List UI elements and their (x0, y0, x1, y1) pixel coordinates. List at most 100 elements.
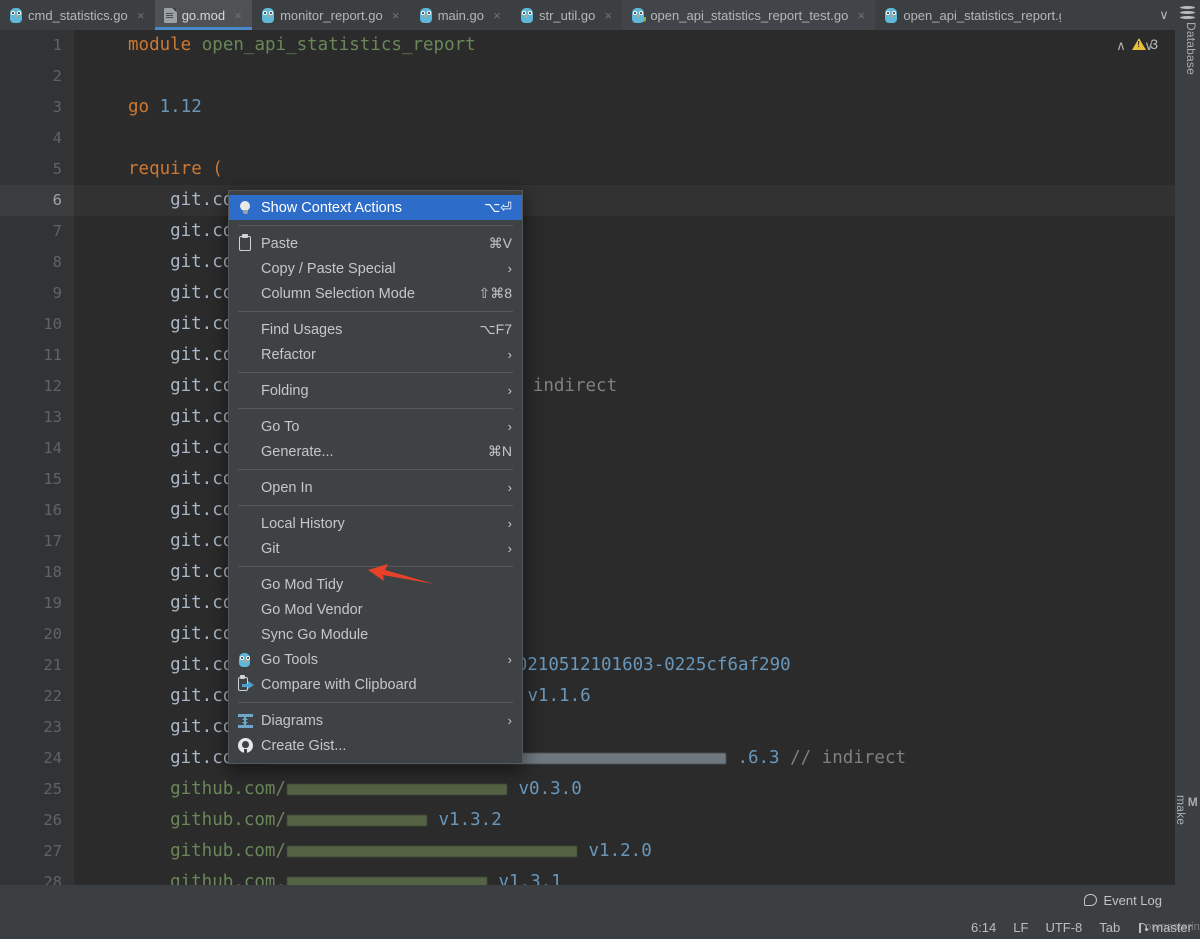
line-number: 28 (2, 867, 62, 885)
tab-cmd_statistics-go[interactable]: cmd_statistics.go × (0, 0, 155, 30)
menu-item-generate[interactable]: Generate...⌘N (229, 439, 522, 464)
menu-item-go-to[interactable]: Go To› (229, 414, 522, 439)
tab-close-icon[interactable]: × (855, 8, 867, 23)
line-number: 25 (2, 774, 62, 805)
menu-item-label: Local History (261, 516, 498, 532)
menu-item-label: Show Context Actions (261, 200, 474, 216)
tab-close-icon[interactable]: × (491, 8, 503, 23)
code-token: open_api_statistics_report (202, 35, 476, 55)
menu-item-git[interactable]: Git› (229, 536, 522, 561)
menu-separator (238, 566, 513, 567)
module-version: v1.3.1 (488, 872, 562, 885)
menu-separator (238, 372, 513, 373)
line-number: 14 (2, 433, 62, 464)
ide-window: cmd_statistics.go × go.mod × monitor_rep… (0, 0, 1200, 939)
prev-problem-icon[interactable]: ∧ (1112, 38, 1130, 54)
module-version: v1.3.2 (428, 810, 502, 830)
database-icon (1180, 6, 1195, 19)
tab-str_util-go[interactable]: str_util.go × (511, 0, 622, 30)
menu-item-diagrams[interactable]: Diagrams› (229, 708, 522, 733)
editor-context-menu[interactable]: Show Context Actions⌥⏎ Paste⌘VCopy / Past… (228, 190, 523, 764)
line-number-gutter[interactable]: 1 2 3 4 5 6 7 8 9 10 11 12 13 14 15 16 1… (0, 30, 74, 885)
code-line: github.com/ v1.2.0 (170, 836, 652, 867)
menu-item-show-context-actions[interactable]: Show Context Actions⌥⏎ (229, 195, 522, 220)
submenu-chevron-icon: › (498, 261, 512, 276)
module-path-prefix: github.com/ (170, 810, 286, 830)
menu-separator (238, 505, 513, 506)
menu-item-label: Go Mod Vendor (261, 602, 512, 618)
tab-main-go[interactable]: main.go × (410, 0, 511, 30)
tab-close-icon[interactable]: × (232, 8, 244, 23)
code-line: require ( (128, 154, 223, 185)
menu-item-create-gist[interactable]: Create Gist... (229, 733, 522, 758)
menu-item-open-in[interactable]: Open In› (229, 475, 522, 500)
tab-open_api_statistics_report-go[interactable]: open_api_statistics_report.go (875, 0, 1069, 30)
line-number: 17 (2, 526, 62, 557)
tab-label: cmd_statistics.go (28, 8, 128, 23)
tab-label: str_util.go (539, 8, 595, 23)
go-mod-file-icon (164, 8, 177, 23)
chevron-down-icon[interactable]: ∨ (1152, 0, 1176, 30)
menu-item-icon-slot (229, 714, 261, 728)
lightbulb-icon (239, 201, 251, 215)
line-separator[interactable]: LF (1013, 920, 1028, 935)
tab-label: go.mod (182, 8, 225, 23)
menu-item-compare-with-clipboard[interactable]: Compare with Clipboard (229, 672, 522, 697)
menu-item-find-usages[interactable]: Find Usages⌥F7 (229, 317, 522, 342)
menu-item-label: Compare with Clipboard (261, 677, 512, 693)
line-number: 3 (2, 92, 62, 123)
menu-item-go-mod-vendor[interactable]: Go Mod Vendor (229, 597, 522, 622)
balloon-icon (1084, 894, 1097, 906)
redacted-module-name (287, 815, 427, 826)
go-file-icon (520, 8, 534, 23)
module-path-prefix: github.com. (170, 872, 286, 885)
go-file-icon (9, 8, 23, 23)
submenu-chevron-icon: › (498, 652, 512, 667)
event-log-button[interactable]: Event Log (1084, 893, 1162, 908)
menu-item-go-mod-tidy[interactable]: Go Mod Tidy (229, 572, 522, 597)
menu-separator (238, 408, 513, 409)
code-line: go 1.12 (128, 92, 202, 123)
indent-setting[interactable]: Tab (1099, 920, 1120, 935)
caret-position[interactable]: 6:14 (971, 920, 996, 935)
tab-close-icon[interactable]: × (135, 8, 147, 23)
file-encoding[interactable]: UTF-8 (1045, 920, 1082, 935)
tab-label: main.go (438, 8, 484, 23)
menu-separator (238, 225, 513, 226)
toolwindow-make[interactable]: M make (1174, 795, 1198, 825)
menu-item-folding[interactable]: Folding› (229, 378, 522, 403)
line-number: 4 (2, 123, 62, 154)
line-number: 18 (2, 557, 62, 588)
clipboard-icon (239, 236, 251, 251)
menu-item-column-selection-mode[interactable]: Column Selection Mode⇧⌘8 (229, 281, 522, 306)
menu-item-local-history[interactable]: Local History› (229, 511, 522, 536)
menu-item-go-tools[interactable]: Go Tools› (229, 647, 522, 672)
toolwindow-database[interactable]: Database (1184, 22, 1198, 75)
tab-close-icon[interactable]: × (390, 8, 402, 23)
git-branch-name: master (1152, 920, 1192, 935)
line-number: 16 (2, 495, 62, 526)
submenu-chevron-icon: › (498, 419, 512, 434)
line-number: 20 (2, 619, 62, 650)
code-editor[interactable]: 1 2 3 4 5 6 7 8 9 10 11 12 13 14 15 16 1… (0, 30, 1175, 885)
compare-clipboard-icon (238, 677, 253, 692)
event-log-label: Event Log (1103, 893, 1162, 908)
next-problem-icon[interactable]: ∨ (1140, 38, 1158, 54)
menu-separator (238, 311, 513, 312)
line-number: 15 (2, 464, 62, 495)
menu-item-copy-paste-special[interactable]: Copy / Paste Special› (229, 256, 522, 281)
editor-tab-bar: cmd_statistics.go × go.mod × monitor_rep… (0, 0, 1200, 30)
tab-monitor_report-go[interactable]: monitor_report.go × (252, 0, 410, 30)
git-branch-widget[interactable]: master onmastering... (1137, 920, 1192, 935)
menu-item-refactor[interactable]: Refactor› (229, 342, 522, 367)
right-toolwindow-bar: Database M make (1175, 0, 1200, 885)
tab-close-icon[interactable]: × (602, 8, 614, 23)
tab-go-mod[interactable]: go.mod × (155, 0, 252, 30)
tab-open_api_statistics_report_test-go[interactable]: open_api_statistics_report_test.go × (622, 0, 875, 30)
line-number: 10 (2, 309, 62, 340)
menu-item-paste[interactable]: Paste⌘V (229, 231, 522, 256)
menu-separator (238, 469, 513, 470)
gopher-icon (238, 653, 252, 667)
menu-item-sync-go-module[interactable]: Sync Go Module (229, 622, 522, 647)
line-number: 9 (2, 278, 62, 309)
